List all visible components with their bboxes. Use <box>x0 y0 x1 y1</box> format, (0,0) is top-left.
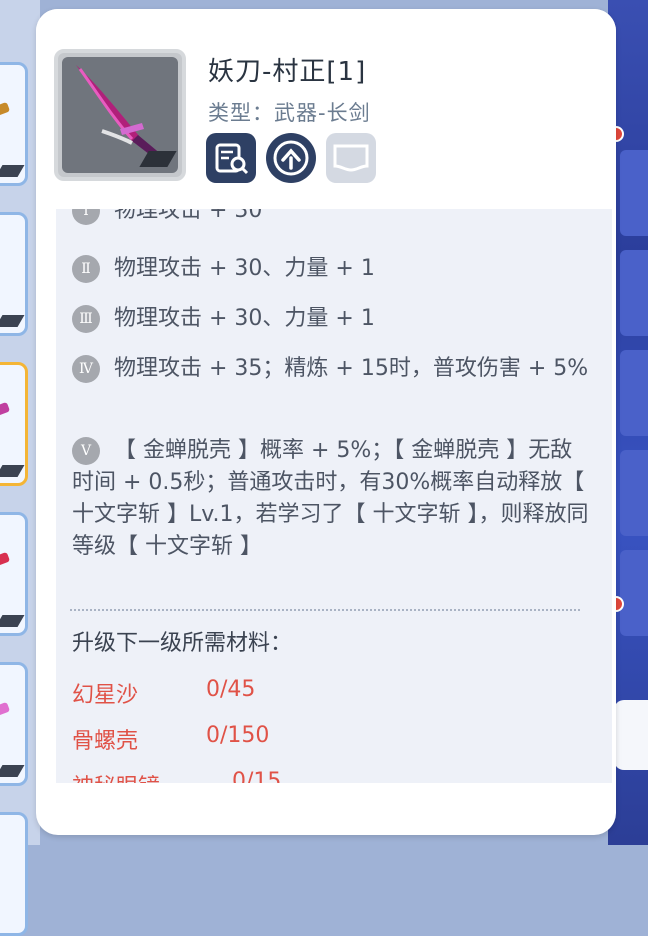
item-attributes-list[interactable]: Ⅰ 物理攻击 + 30 Ⅱ 物理攻击 + 30、力量 + 1 Ⅲ 物理攻击 + 30、… <box>56 205 612 783</box>
material-name: 幻星沙 <box>72 683 139 708</box>
material-count: 0/45 <box>206 677 256 702</box>
material-row: 骨螺壳 0/150 <box>72 723 269 755</box>
inventory-strip <box>0 0 40 936</box>
upgrade-icon[interactable] <box>266 133 316 183</box>
item-type: 类型：武器-长剑 <box>208 101 371 125</box>
item-name: 妖刀-村正[1] <box>208 57 367 87</box>
tier-badge-icon: Ⅱ <box>72 255 100 283</box>
tier-badge-icon: Ⅲ <box>72 305 100 333</box>
item-detail-panel: Ⅰ 物理攻击 + 30 Ⅱ 物理攻击 + 30、力量 + 1 Ⅲ 物理攻击 + 30、… <box>36 9 616 835</box>
tier-line-4: Ⅳ 物理攻击 + 35；精炼 + 15时，普攻伤害 + 5% <box>72 353 592 385</box>
tier-badge-icon: Ⅴ <box>72 437 100 465</box>
item-actions <box>206 133 376 183</box>
inventory-slot[interactable] <box>0 812 28 936</box>
tier-badge-icon: Ⅳ <box>72 355 100 383</box>
blank-slot-icon[interactable] <box>326 133 376 183</box>
inspect-icon[interactable] <box>206 133 256 183</box>
item-header: 妖刀-村正[1] 类型：武器-长剑 <box>36 9 616 209</box>
material-name: 神秘眼镜 <box>72 775 160 783</box>
material-name: 骨螺壳 <box>72 729 139 754</box>
tier-line-2: Ⅱ 物理攻击 + 30、力量 + 1 <box>72 253 592 285</box>
inventory-slot[interactable] <box>0 662 28 786</box>
inventory-slot[interactable] <box>0 62 28 186</box>
dotted-divider <box>70 609 580 611</box>
material-row: 幻星沙 0/45 <box>72 677 255 709</box>
material-count: 0/150 <box>206 723 270 748</box>
tier-line-5: Ⅴ 【 金蝉脱壳 】概率 + 5%；【 金蝉脱壳 】无敌时间 + 0.5秒；普通攻… <box>72 437 589 559</box>
inventory-slot-selected[interactable] <box>0 362 28 486</box>
material-row: 神秘眼镜 0/15 <box>72 769 281 783</box>
tier-line-3: Ⅲ 物理攻击 + 30、力量 + 1 <box>72 303 592 335</box>
inventory-slot[interactable] <box>0 212 28 336</box>
item-thumbnail <box>54 49 186 181</box>
materials-title: 升级下一级所需材料： <box>72 631 293 656</box>
inventory-slot[interactable] <box>0 512 28 636</box>
material-count: 0/15 <box>232 769 282 783</box>
